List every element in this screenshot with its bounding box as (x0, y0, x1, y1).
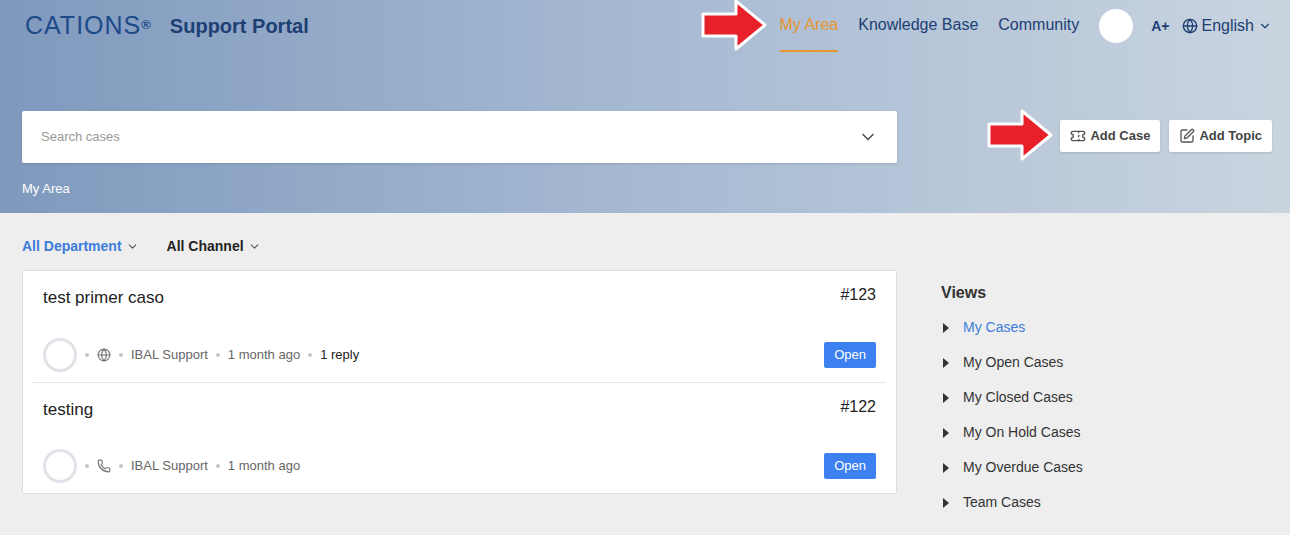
nav-item[interactable]: Community (998, 0, 1079, 52)
header: CATIONS® Support Portal My Area Knowledge B… (0, 0, 1290, 213)
red-arrow-icon (700, 0, 768, 52)
pen-icon (1179, 128, 1195, 144)
view-item[interactable]: My Overdue Cases (941, 458, 1268, 477)
case-agent: IBAL Support (131, 456, 208, 476)
font-size-button[interactable]: A+ (1151, 16, 1169, 37)
red-arrow-icon (986, 108, 1054, 162)
portal-title: Support Portal (170, 11, 309, 41)
filter-dropdown[interactable]: All Department (22, 236, 139, 257)
case-replies: 1 reply (320, 345, 359, 365)
separator-dot (216, 353, 220, 357)
search-box[interactable]: Search cases (22, 111, 897, 163)
app: CATIONS® Support Portal My Area Knowledge B… (0, 0, 1290, 535)
breadcrumb: My Area (0, 179, 1290, 199)
chevron-down-icon (858, 127, 878, 147)
avatar (43, 338, 77, 372)
view-item[interactable]: Team Cases (941, 493, 1268, 512)
views-panel: Views My Cases My Open Cases My Closed Case… (941, 237, 1268, 512)
globe-icon (1182, 18, 1198, 34)
separator-dot (308, 353, 312, 357)
action-button[interactable]: Add Topic (1169, 120, 1272, 152)
filters: All Department All Channel (22, 237, 897, 255)
caret-right-icon (943, 498, 949, 508)
top-bar: CATIONS® Support Portal My Area Knowledge B… (0, 0, 1290, 52)
case-time: 1 month ago (228, 345, 300, 365)
chevron-down-icon (1258, 19, 1272, 33)
caret-right-icon (943, 463, 949, 473)
status-badge: Open (824, 342, 876, 368)
action-button[interactable]: Add Case (1060, 120, 1160, 152)
case-agent: IBAL Support (131, 345, 208, 365)
caret-right-icon (943, 428, 949, 438)
view-item[interactable]: My Closed Cases (941, 388, 1268, 407)
separator-dot (85, 353, 89, 357)
caret-right-icon (943, 358, 949, 368)
case-title[interactable]: test primer caso (43, 285, 164, 311)
language-selector[interactable]: English (1182, 14, 1272, 38)
caret-right-icon (943, 393, 949, 403)
case-title[interactable]: testing (43, 397, 93, 423)
view-item[interactable]: My Open Cases (941, 353, 1268, 372)
case-number: #122 (840, 395, 876, 419)
views-title: Views (941, 281, 1268, 305)
nav-item[interactable]: Knowledge Base (858, 0, 978, 52)
phone-channel-icon (97, 459, 111, 473)
case-list: test primer caso #123 IBAL Support 1 month … (22, 270, 897, 494)
separator-dot (119, 464, 123, 468)
view-item[interactable]: My Cases (941, 318, 1268, 337)
separator-dot (119, 353, 123, 357)
nav-item[interactable]: My Area (780, 0, 839, 52)
separator-dot (85, 464, 89, 468)
logo: CATIONS® (25, 7, 152, 45)
chevron-down-icon (126, 240, 139, 253)
case-row[interactable]: testing #122 IBAL Support 1 month ago Open (33, 382, 886, 493)
search-row: Search cases Add Case Add Topic (0, 111, 1290, 163)
view-item[interactable]: My On Hold Cases (941, 423, 1268, 442)
avatar[interactable] (1099, 9, 1133, 43)
chevron-down-icon (248, 240, 261, 253)
case-number: #123 (840, 283, 876, 307)
ticket-icon (1070, 128, 1086, 144)
avatar (43, 449, 77, 483)
web-channel-icon (97, 348, 111, 362)
status-badge: Open (824, 453, 876, 479)
caret-right-icon (943, 323, 949, 333)
separator-dot (216, 464, 220, 468)
filter-dropdown[interactable]: All Channel (167, 236, 261, 257)
case-row[interactable]: test primer caso #123 IBAL Support 1 month … (33, 271, 886, 382)
case-time: 1 month ago (228, 456, 300, 476)
